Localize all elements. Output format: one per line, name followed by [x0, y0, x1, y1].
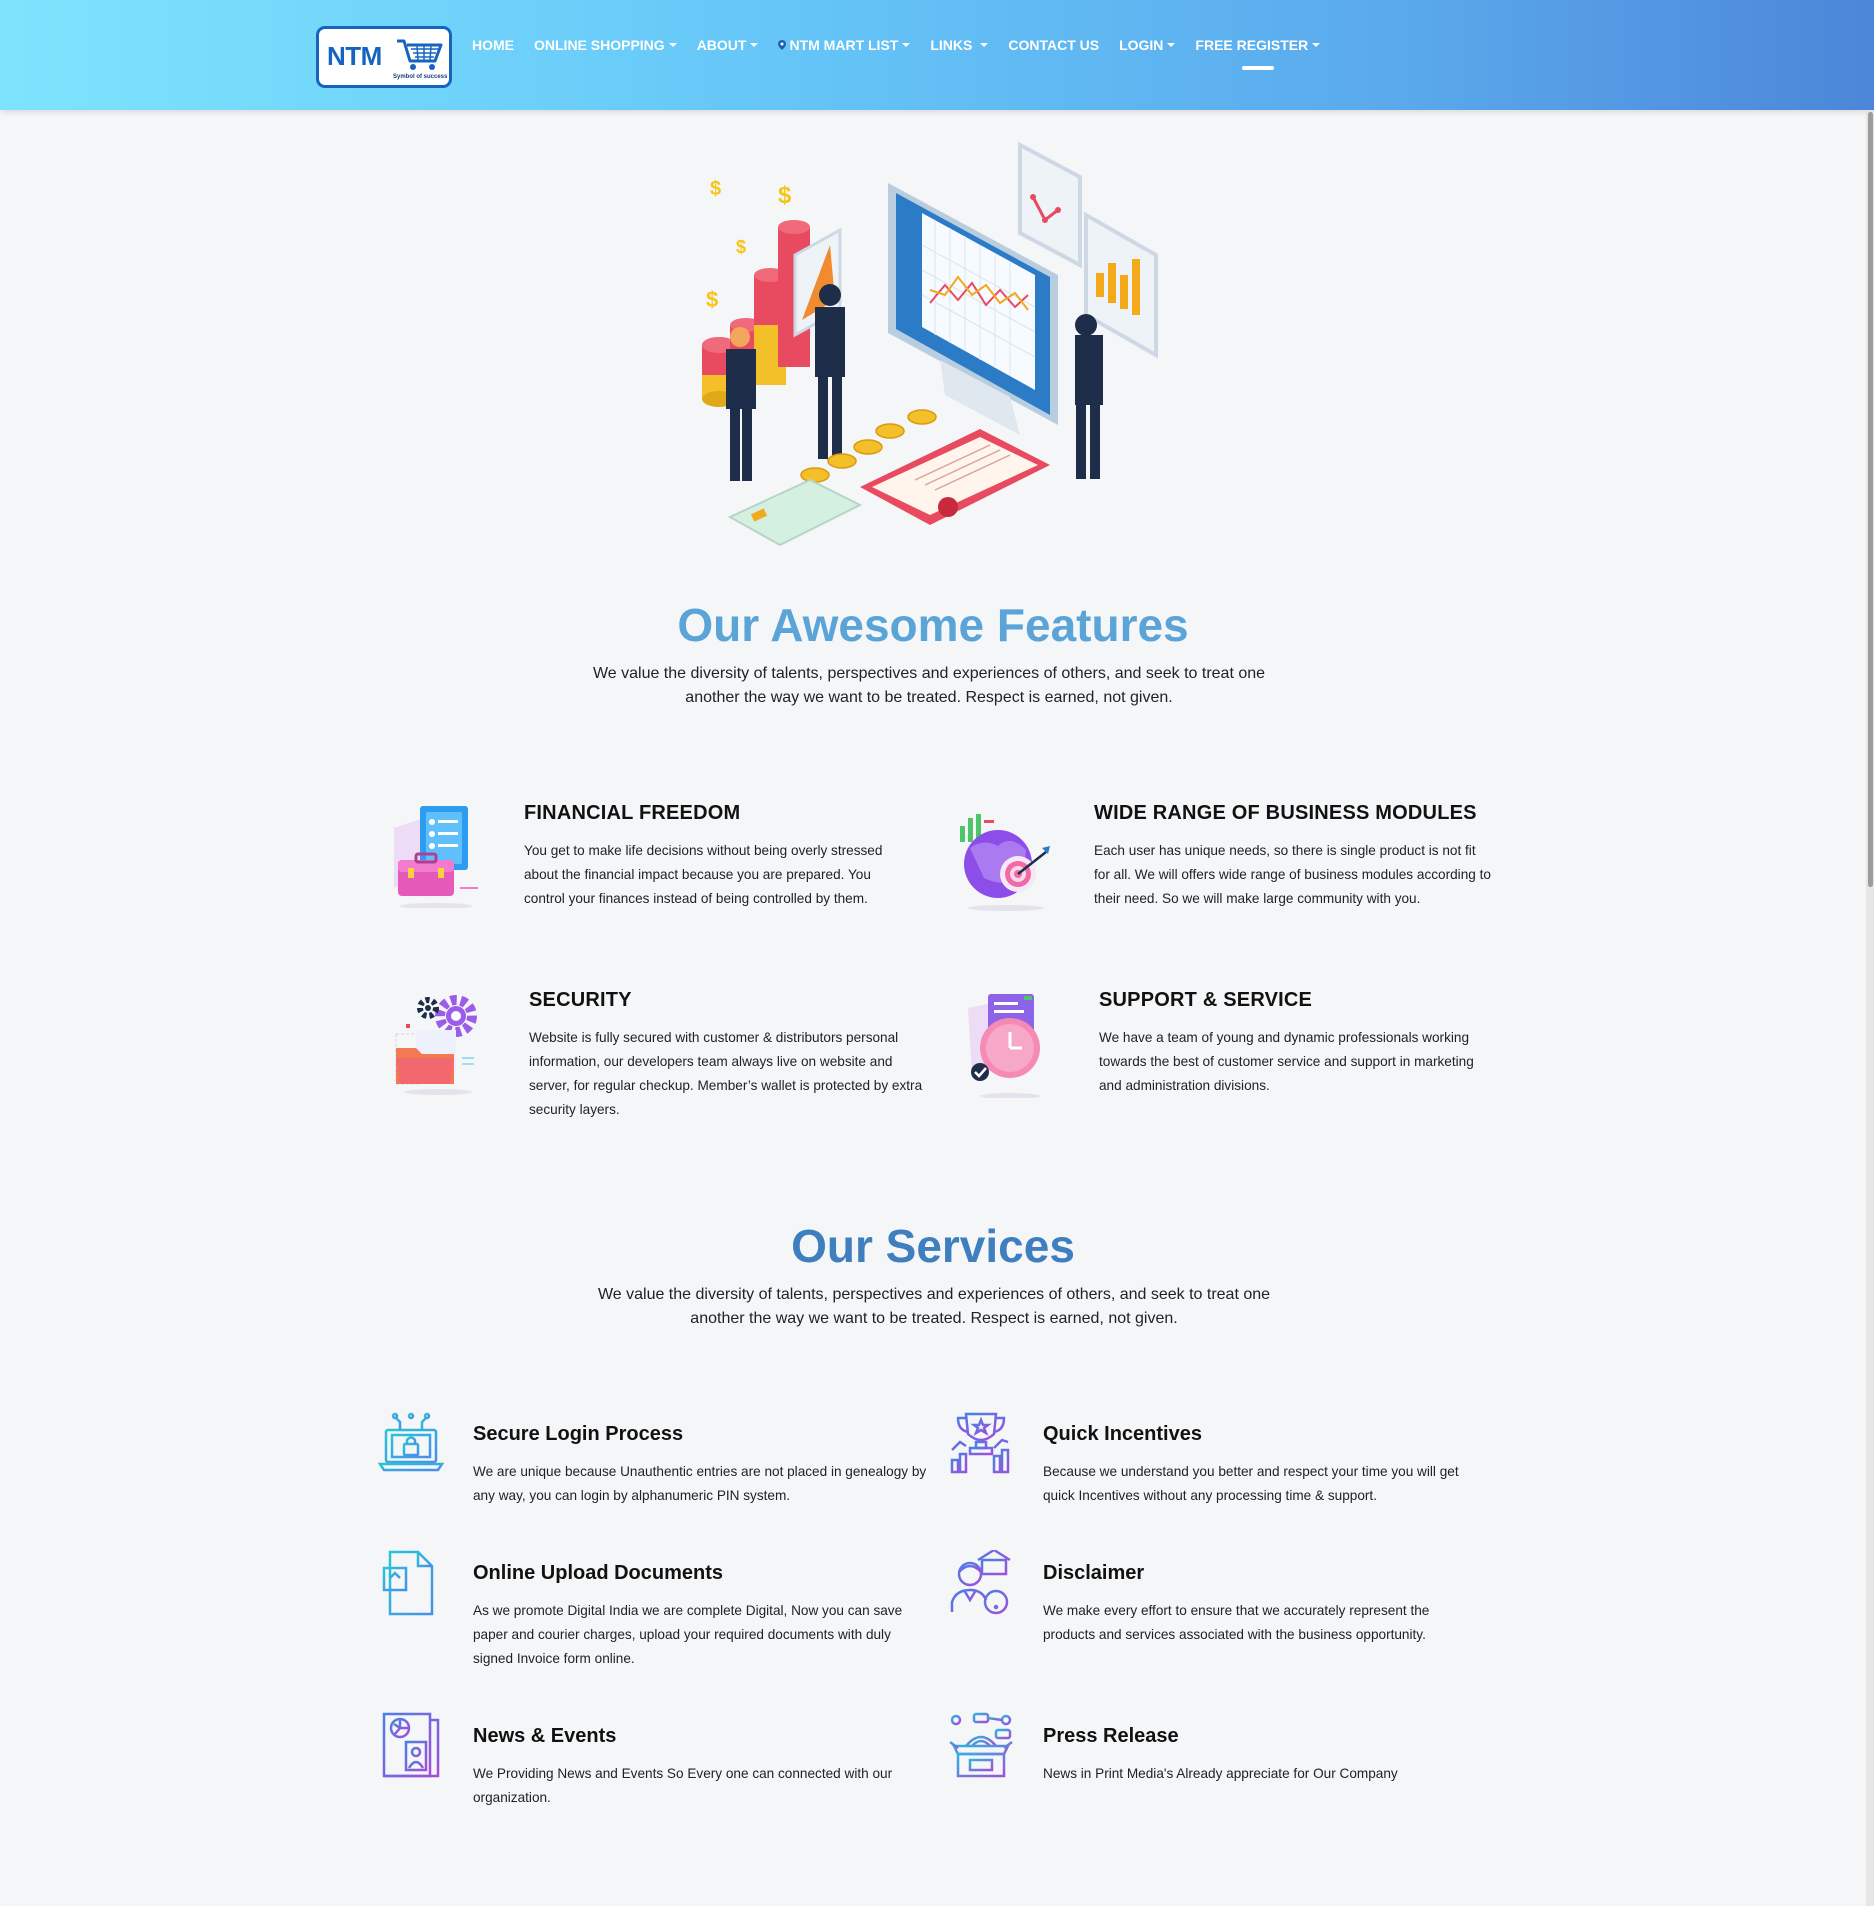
svg-text:$: $	[706, 287, 718, 312]
svg-text:$: $	[710, 178, 721, 200]
services-title: Our Services	[791, 1220, 1075, 1272]
features-subtitle: We value the diversity of talents, persp…	[592, 665, 1266, 706]
service-secure-login: Secure Login Process We are unique becau…	[473, 1423, 933, 1508]
trophy-chart-icon	[950, 1412, 1012, 1475]
caret-down-icon	[668, 43, 677, 47]
clock-document-icon	[968, 994, 1040, 1098]
site-header: NTM Symbol of success HOME ONLINE SHOPPI…	[0, 0, 1874, 110]
service-title: News & Events	[473, 1725, 617, 1747]
service-text: We Providing News and Events So Every on…	[473, 1766, 893, 1805]
service-press-release: Press Release News in Print Media's Alre…	[1043, 1725, 1483, 1786]
nav-active-indicator	[1242, 66, 1274, 70]
feature-text: Website is fully secured with customer &…	[529, 1030, 923, 1117]
feature-text: Each user has unique needs, so there is …	[1094, 843, 1491, 906]
scrollbar-thumb[interactable]	[1868, 112, 1873, 887]
caret-down-icon	[1312, 43, 1321, 47]
service-title: Disclaimer	[1043, 1562, 1145, 1584]
caret-down-icon	[980, 43, 989, 47]
briefcase-document-icon	[394, 806, 478, 908]
document-upload-icon	[382, 1550, 434, 1616]
service-text: We make every effort to ensure that we a…	[1043, 1603, 1430, 1642]
svg-text:$: $	[778, 182, 792, 209]
service-quick-incentives: Quick Incentives Because we understand y…	[1043, 1423, 1483, 1508]
ntm-logo[interactable]: NTM Symbol of success	[316, 26, 452, 88]
main-nav: HOME ONLINE SHOPPING ABOUT NTM MART LIST…	[472, 36, 1340, 54]
feature-title: SECURITY	[529, 989, 632, 1011]
svg-text:$: $	[736, 237, 746, 257]
feature-business-modules: WIDE RANGE OF BUSINESS MODULES Each user…	[1094, 802, 1494, 911]
service-online-upload: Online Upload Documents As we promote Di…	[473, 1562, 933, 1671]
nav-links[interactable]: LINKS	[930, 36, 989, 54]
feature-support-service: SUPPORT & SERVICE We have a team of youn…	[1099, 989, 1499, 1098]
services-subtitle: We value the diversity of talents, persp…	[597, 1286, 1271, 1327]
caret-down-icon	[902, 43, 911, 47]
target-chart-icon	[960, 814, 1050, 911]
logo-tagline: Symbol of success	[393, 74, 448, 80]
feature-title: SUPPORT & SERVICE	[1099, 989, 1313, 1011]
nav-contact-us[interactable]: CONTACT US	[1008, 36, 1099, 54]
feature-title: FINANCIAL FREEDOM	[524, 802, 741, 824]
press-box-icon	[949, 1712, 1013, 1778]
newspaper-icon	[382, 1712, 440, 1778]
nav-home[interactable]: HOME	[472, 36, 514, 54]
features-title: Our Awesome Features	[677, 599, 1189, 651]
feature-financial-freedom: FINANCIAL FREEDOM You get to make life d…	[524, 802, 914, 911]
caret-down-icon	[1167, 43, 1176, 47]
feature-text: We have a team of young and dynamic prof…	[1099, 1030, 1474, 1093]
service-title: Press Release	[1043, 1725, 1179, 1747]
feature-text: You get to make life decisions without b…	[524, 843, 883, 906]
nav-online-shopping[interactable]: ONLINE SHOPPING	[534, 36, 677, 54]
logo-text: NTM	[327, 41, 382, 71]
nav-login[interactable]: LOGIN	[1119, 36, 1176, 54]
service-text: We are unique because Unauthentic entrie…	[473, 1464, 927, 1503]
service-text: As we promote Digital India we are compl…	[473, 1603, 903, 1666]
nav-ntm-mart-list[interactable]: NTM MART LIST	[778, 36, 911, 54]
feature-security: SECURITY Website is fully secured with c…	[529, 989, 925, 1122]
feature-title: WIDE RANGE OF BUSINESS MODULES	[1094, 802, 1477, 824]
nav-free-register[interactable]: FREE REGISTER	[1195, 36, 1321, 54]
service-text: Because we understand you better and res…	[1043, 1464, 1459, 1503]
service-disclaimer: Disclaimer We make every effort to ensur…	[1043, 1562, 1463, 1647]
caret-down-icon	[750, 43, 759, 47]
map-pin-icon	[778, 40, 787, 50]
service-news-events: News & Events We Providing News and Even…	[473, 1725, 933, 1810]
service-title: Online Upload Documents	[473, 1562, 724, 1584]
laptop-lock-icon	[378, 1412, 444, 1472]
gears-folder-icon	[395, 995, 477, 1095]
service-title: Quick Incentives	[1043, 1423, 1202, 1445]
shopping-cart-icon	[397, 39, 443, 70]
nav-about[interactable]: ABOUT	[697, 36, 759, 54]
service-text: News in Print Media's Already appreciate…	[1043, 1766, 1398, 1781]
service-title: Secure Login Process	[473, 1423, 684, 1445]
hero-business-illustration: $ $ $ $	[702, 141, 1158, 547]
person-warning-icon	[950, 1550, 1011, 1615]
